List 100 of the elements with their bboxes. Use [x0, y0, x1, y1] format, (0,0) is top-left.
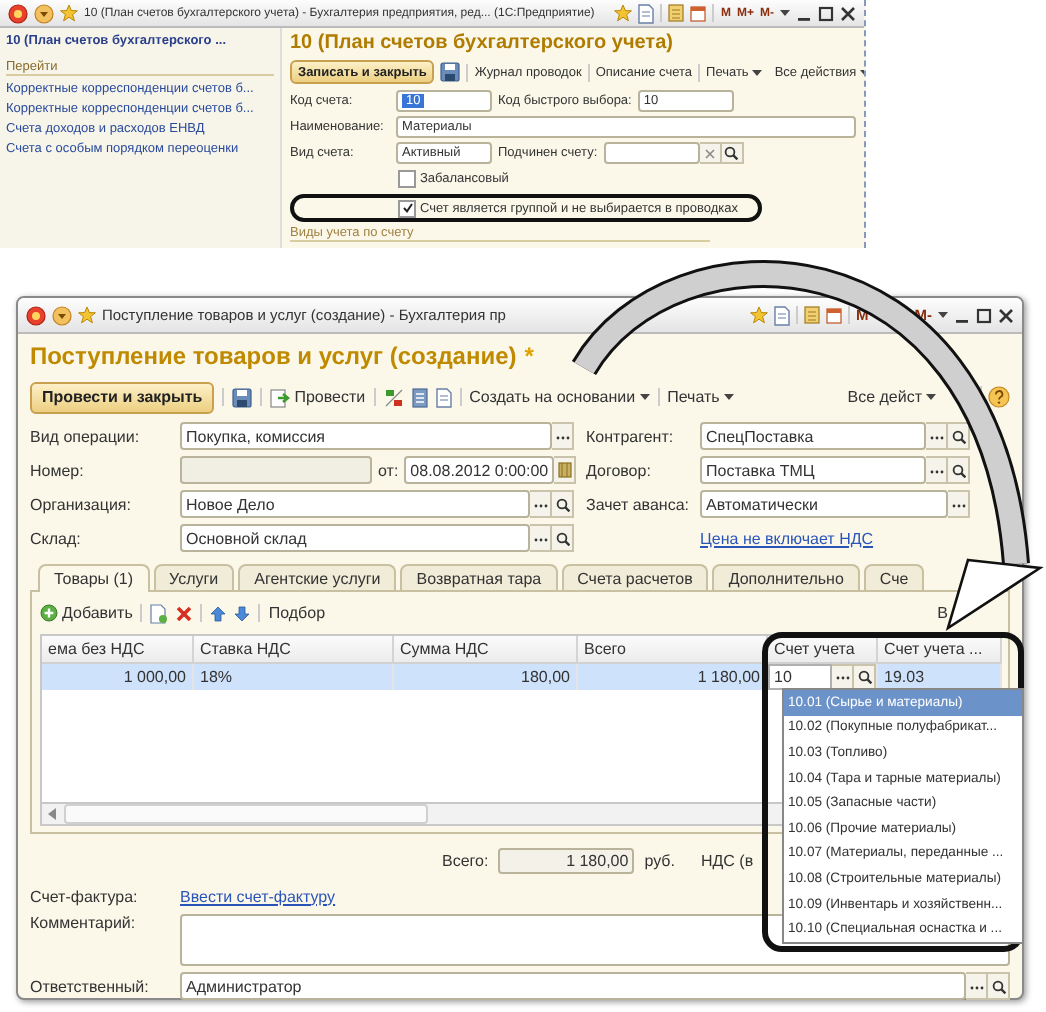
- menu-icon[interactable]: [34, 3, 54, 23]
- tab[interactable]: Возвратная тара: [400, 564, 558, 590]
- document-icon[interactable]: [435, 387, 452, 407]
- column-header[interactable]: Ставка НДС: [194, 636, 394, 664]
- caret-icon: [639, 394, 650, 400]
- tab[interactable]: Дополнительно: [712, 564, 860, 590]
- text-field[interactable]: Покупка, комиссия: [180, 422, 552, 450]
- text-field[interactable]: Поставка ТМЦ: [700, 456, 926, 484]
- text-field[interactable]: Администратор: [180, 972, 966, 1000]
- calendar-icon[interactable]: [690, 4, 707, 22]
- calculator-icon[interactable]: [668, 4, 685, 22]
- text-field[interactable]: Основной склад: [180, 524, 530, 552]
- price-link[interactable]: Цена не включает НДС: [700, 529, 874, 547]
- star-icon[interactable]: [614, 4, 633, 22]
- total-field: 1 180,00: [498, 847, 635, 873]
- logo-icon[interactable]: [26, 305, 46, 325]
- search-button[interactable]: [721, 142, 744, 164]
- column-header[interactable]: Счет учета ...: [878, 636, 1002, 664]
- search-icon: [857, 670, 871, 684]
- search-button[interactable]: [552, 490, 574, 518]
- checkbox[interactable]: [398, 170, 416, 188]
- checkbox[interactable]: [398, 199, 416, 217]
- all-actions-button[interactable]: В: [937, 604, 948, 622]
- post-icon[interactable]: [270, 387, 291, 407]
- up-arrow-icon[interactable]: [210, 605, 227, 621]
- text-field[interactable]: Автоматически: [700, 490, 948, 518]
- tab[interactable]: Товары (1): [38, 564, 150, 592]
- calendar-icon[interactable]: [826, 306, 842, 324]
- field-label: от:: [378, 461, 399, 479]
- ellipsis-icon: [969, 983, 983, 989]
- add-button[interactable]: Добавить: [40, 604, 133, 622]
- search-button[interactable]: [552, 524, 574, 552]
- add-icon: [40, 604, 58, 622]
- text-field[interactable]: [603, 142, 700, 164]
- search-icon: [555, 497, 569, 511]
- logo-icon[interactable]: [8, 3, 28, 23]
- star-icon[interactable]: [750, 306, 768, 324]
- ellipsis-icon: [533, 535, 547, 541]
- field-label: Зачет аванса:: [586, 495, 691, 513]
- left-arrow-icon[interactable]: [48, 808, 58, 820]
- form-heading: 10 (План счетов бухгалтерского учета): [290, 32, 675, 54]
- field-label: Договор:: [586, 461, 653, 479]
- all-actions-button[interactable]: Все дейст: [847, 388, 936, 406]
- search-icon: [951, 429, 965, 443]
- column-header[interactable]: Сумма НДС: [394, 636, 578, 664]
- caret-icon: [752, 69, 763, 75]
- caret-icon: [938, 312, 948, 318]
- delete-icon[interactable]: [176, 605, 193, 621]
- text-field[interactable]: Новое Дело: [180, 490, 530, 518]
- tab[interactable]: Услуги: [153, 564, 235, 590]
- total-label: Всего:: [442, 851, 489, 869]
- scroll-thumb[interactable]: [64, 804, 428, 824]
- save-icon[interactable]: [232, 387, 253, 407]
- text-field[interactable]: СпецПоставка: [700, 422, 926, 450]
- close-icon[interactable]: [840, 5, 856, 21]
- post-button[interactable]: Провести: [270, 387, 366, 407]
- document-icon[interactable]: [638, 3, 655, 23]
- column-header[interactable]: Всего: [578, 636, 768, 664]
- report-icon[interactable]: [383, 387, 404, 407]
- close-icon[interactable]: [998, 307, 1014, 323]
- save-icon[interactable]: [440, 62, 461, 82]
- vat-label: НДС (в: [700, 851, 754, 869]
- ellipsis-icon: [929, 433, 943, 439]
- search-button[interactable]: [854, 664, 876, 690]
- down-arrow-icon[interactable]: [234, 605, 251, 621]
- modified-mark: *: [524, 342, 534, 370]
- maximize-icon[interactable]: [818, 5, 834, 21]
- ellipsis-icon: [951, 501, 965, 507]
- search-button[interactable]: [948, 456, 970, 484]
- column-header[interactable]: ема без НДС: [42, 636, 194, 664]
- star-icon[interactable]: [78, 306, 96, 324]
- cell-editor[interactable]: 10: [768, 664, 832, 690]
- list-icon[interactable]: [411, 387, 428, 407]
- form-heading: Поступление товаров и услуг (создание): [30, 342, 517, 370]
- field-label: Ответственный:: [30, 977, 151, 995]
- search-icon: [951, 463, 965, 477]
- menu-button[interactable]: Создать на основании: [469, 388, 650, 406]
- document-icon[interactable]: [774, 305, 790, 325]
- ellipsis-icon: [929, 467, 943, 473]
- tab[interactable]: Агентские услуги: [238, 564, 397, 590]
- caret-icon: [780, 10, 790, 16]
- tab[interactable]: Счета расчетов: [561, 564, 709, 590]
- pick-button[interactable]: Подбор: [268, 604, 326, 622]
- post-close-button[interactable]: Провести и закрыть: [30, 381, 215, 413]
- maximize-icon[interactable]: [976, 307, 992, 323]
- search-button[interactable]: [988, 972, 1010, 1000]
- field-label: Счет-фактура:: [30, 887, 140, 905]
- copy-icon[interactable]: [150, 603, 169, 623]
- column-header[interactable]: Счет учета: [768, 636, 878, 664]
- select-button[interactable]: [832, 664, 854, 690]
- search-button[interactable]: [948, 422, 970, 450]
- star-icon[interactable]: [60, 4, 78, 22]
- table-cell: 19.03: [878, 664, 1002, 690]
- menu-button[interactable]: Печать: [667, 388, 734, 406]
- tab[interactable]: Сче: [863, 564, 925, 590]
- table-cell: 180,00: [394, 664, 578, 690]
- help-icon[interactable]: [988, 386, 1010, 408]
- menu-icon[interactable]: [52, 305, 72, 325]
- clear-icon: [703, 147, 716, 159]
- invoice-link[interactable]: Ввести счет-фактуру: [180, 887, 336, 905]
